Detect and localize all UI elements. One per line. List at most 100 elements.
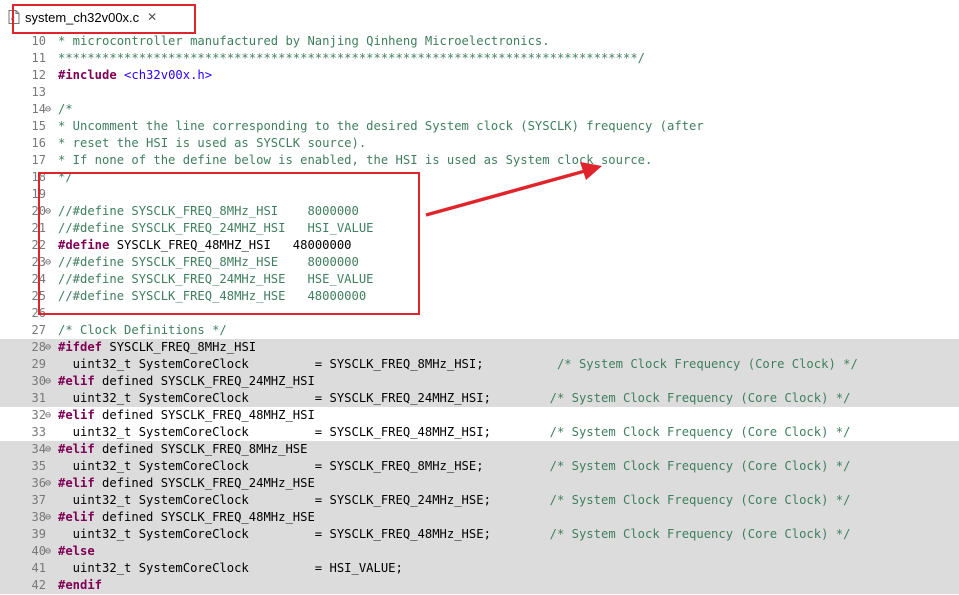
code-text: #elif defined SYSCLK_FREQ_24MHz_HSE — [58, 475, 315, 492]
code-line[interactable]: 16 * reset the HSI is used as SYSCLK sour… — [0, 135, 959, 152]
code-line[interactable]: 36 ⊖ #elif defined SYSCLK_FREQ_24MHz_HSE — [0, 475, 959, 492]
comment-token: /* — [58, 102, 73, 116]
code-line[interactable]: 25 //#define SYSCLK_FREQ_48MHz_HSE 480000… — [0, 288, 959, 305]
code-line[interactable]: 34 ⊖ #elif defined SYSCLK_FREQ_8MHz_HSE — [0, 441, 959, 458]
comment-token: /* System Clock Frequency (Core Clock) *… — [556, 357, 858, 371]
keyword-token: #endif — [58, 578, 103, 592]
code-token: defined SYSCLK_FREQ_48MHz_HSE — [94, 510, 315, 524]
line-number: 10 — [31, 34, 46, 48]
code-token: uint32_t SystemCoreClock = SYSCLK_FREQ_2… — [58, 391, 550, 405]
line-number: 15 — [31, 119, 46, 133]
code-line[interactable]: 37 uint32_t SystemCoreClock = SYSCLK_FRE… — [0, 492, 959, 509]
code-line[interactable]: 28 ⊖ #ifdef SYSCLK_FREQ_8MHz_HSI — [0, 339, 959, 356]
code-line[interactable]: 29 uint32_t SystemCoreClock = SYSCLK_FRE… — [0, 356, 959, 373]
keyword-token: #elif — [58, 442, 95, 456]
code-line[interactable]: 30 ⊖ #elif defined SYSCLK_FREQ_24MHZ_HSI — [0, 373, 959, 390]
code-line[interactable]: 23 ⊖//#define SYSCLK_FREQ_8MHz_HSE 800000… — [0, 254, 959, 271]
code-text: //#define SYSCLK_FREQ_8MHz_HSE 8000000 — [58, 254, 359, 271]
code-line[interactable]: 20 ⊖//#define SYSCLK_FREQ_8MHz_HSI 800000… — [0, 203, 959, 220]
line-number: 30 — [31, 374, 46, 388]
keyword-token: #elif — [58, 408, 95, 422]
code-text: #define SYSCLK_FREQ_48MHZ_HSI 48000000 — [58, 237, 352, 254]
fold-toggle-icon[interactable]: ⊖ — [45, 441, 57, 458]
code-line[interactable]: 12 #include <ch32v00x.h> — [0, 67, 959, 84]
fold-toggle-icon[interactable]: ⊖ — [45, 475, 57, 492]
code-line[interactable]: 40 ⊖ #else — [0, 543, 959, 560]
comment-token: //#define SYSCLK_FREQ_8MHz_HSI 8000000 — [58, 204, 359, 218]
code-editor[interactable]: 10 * microcontroller manufactured by Nanj… — [0, 30, 959, 595]
fold-toggle-icon[interactable]: ⊖ — [45, 407, 57, 424]
line-number: 38 — [31, 510, 46, 524]
code-token: defined SYSCLK_FREQ_48MHZ_HSI — [94, 408, 315, 422]
code-line[interactable]: 39 uint32_t SystemCoreClock = SYSCLK_FRE… — [0, 526, 959, 543]
fold-toggle-icon[interactable]: ⊖ — [45, 254, 57, 271]
keyword-token: #elif — [58, 476, 95, 490]
code-line[interactable]: 15 * Uncomment the line corresponding to … — [0, 118, 959, 135]
line-number: 36 — [31, 476, 46, 490]
line-number: 16 — [31, 136, 46, 150]
keyword-token: #elif — [58, 510, 95, 524]
close-icon[interactable]: ✕ — [147, 10, 157, 24]
code-token: uint32_t SystemCoreClock = HSI_VALUE; — [58, 561, 403, 575]
code-line[interactable]: 18 */ — [0, 169, 959, 186]
line-number: 41 — [31, 561, 46, 575]
code-token: defined SYSCLK_FREQ_24MHz_HSE — [94, 476, 315, 490]
line-number: 26 — [31, 306, 46, 320]
comment-token: * microcontroller manufactured by Nanjin… — [58, 34, 550, 48]
fold-toggle-icon[interactable]: ⊖ — [45, 101, 57, 118]
code-line[interactable]: 14 ⊖/* — [0, 101, 959, 118]
code-text: #elif defined SYSCLK_FREQ_24MHZ_HSI — [58, 373, 315, 390]
code-text: #elif defined SYSCLK_FREQ_8MHz_HSE — [58, 441, 307, 458]
comment-token: //#define SYSCLK_FREQ_24MHz_HSE HSE_VALU… — [58, 272, 374, 286]
editor-tab[interactable]: c system_ch32v00x.c ✕ — [6, 6, 164, 28]
fold-toggle-icon[interactable]: ⊖ — [45, 543, 57, 560]
code-line[interactable]: 32 ⊖ #elif defined SYSCLK_FREQ_48MHZ_HSI — [0, 407, 959, 424]
keyword-token: #include — [58, 68, 117, 82]
code-text: /* — [58, 101, 73, 118]
code-line[interactable]: 31 uint32_t SystemCoreClock = SYSCLK_FRE… — [0, 390, 959, 407]
comment-token: * Uncomment the line corresponding to th… — [58, 119, 704, 133]
code-text: uint32_t SystemCoreClock = SYSCLK_FREQ_8… — [58, 458, 851, 475]
code-line[interactable]: 22 #define SYSCLK_FREQ_48MHZ_HSI 48000000 — [0, 237, 959, 254]
comment-token: /* System Clock Frequency (Core Clock) *… — [549, 425, 851, 439]
line-number: 20 — [31, 204, 46, 218]
fold-toggle-icon[interactable]: ⊖ — [45, 373, 57, 390]
line-number: 22 — [31, 238, 46, 252]
line-number: 12 — [31, 68, 46, 82]
code-line[interactable]: 21 //#define SYSCLK_FREQ_24MHZ_HSI HSI_VA… — [0, 220, 959, 237]
fold-toggle-icon[interactable]: ⊖ — [45, 509, 57, 526]
code-line[interactable]: 11 **************************************… — [0, 50, 959, 67]
fold-toggle-icon[interactable]: ⊖ — [45, 203, 57, 220]
code-line[interactable]: 10 * microcontroller manufactured by Nanj… — [0, 33, 959, 50]
code-line[interactable]: 19 — [0, 186, 959, 203]
code-text: uint32_t SystemCoreClock = SYSCLK_FREQ_4… — [58, 424, 851, 441]
svg-text:c: c — [11, 15, 15, 23]
code-line[interactable]: 13 — [0, 84, 959, 101]
code-line[interactable]: 33 uint32_t SystemCoreClock = SYSCLK_FRE… — [0, 424, 959, 441]
line-number: 23 — [31, 255, 46, 269]
code-line[interactable]: 24 //#define SYSCLK_FREQ_24MHz_HSE HSE_VA… — [0, 271, 959, 288]
fold-toggle-icon[interactable]: ⊖ — [45, 339, 57, 356]
code-text: #elif defined SYSCLK_FREQ_48MHz_HSE — [58, 509, 315, 526]
line-number: 17 — [31, 153, 46, 167]
code-line[interactable]: 41 uint32_t SystemCoreClock = HSI_VALUE; — [0, 560, 959, 577]
code-line[interactable]: 38 ⊖ #elif defined SYSCLK_FREQ_48MHz_HSE — [0, 509, 959, 526]
code-line[interactable]: 27 /* Clock Definitions */ — [0, 322, 959, 339]
keyword-token: #define — [58, 238, 110, 252]
code-text: uint32_t SystemCoreClock = HSI_VALUE; — [58, 560, 403, 577]
code-line[interactable]: 35 uint32_t SystemCoreClock = SYSCLK_FRE… — [0, 458, 959, 475]
code-line[interactable]: 26 — [0, 305, 959, 322]
comment-token: //#define SYSCLK_FREQ_48MHz_HSE 48000000 — [58, 289, 367, 303]
code-token: uint32_t SystemCoreClock = SYSCLK_FREQ_4… — [58, 527, 550, 541]
code-line[interactable]: 17 * If none of the define below is enabl… — [0, 152, 959, 169]
code-text: * If none of the define below is enabled… — [58, 152, 652, 169]
code-text: ****************************************… — [58, 50, 645, 67]
line-number: 32 — [31, 408, 46, 422]
code-line[interactable]: 42 #endif — [0, 577, 959, 594]
code-text: #else — [58, 543, 95, 560]
comment-token: * If none of the define below is enabled… — [58, 153, 653, 167]
line-number: 24 — [31, 272, 46, 286]
code-text: /* Clock Definitions */ — [58, 322, 227, 339]
code-text: */ — [58, 169, 73, 186]
line-number: 42 — [31, 578, 46, 592]
